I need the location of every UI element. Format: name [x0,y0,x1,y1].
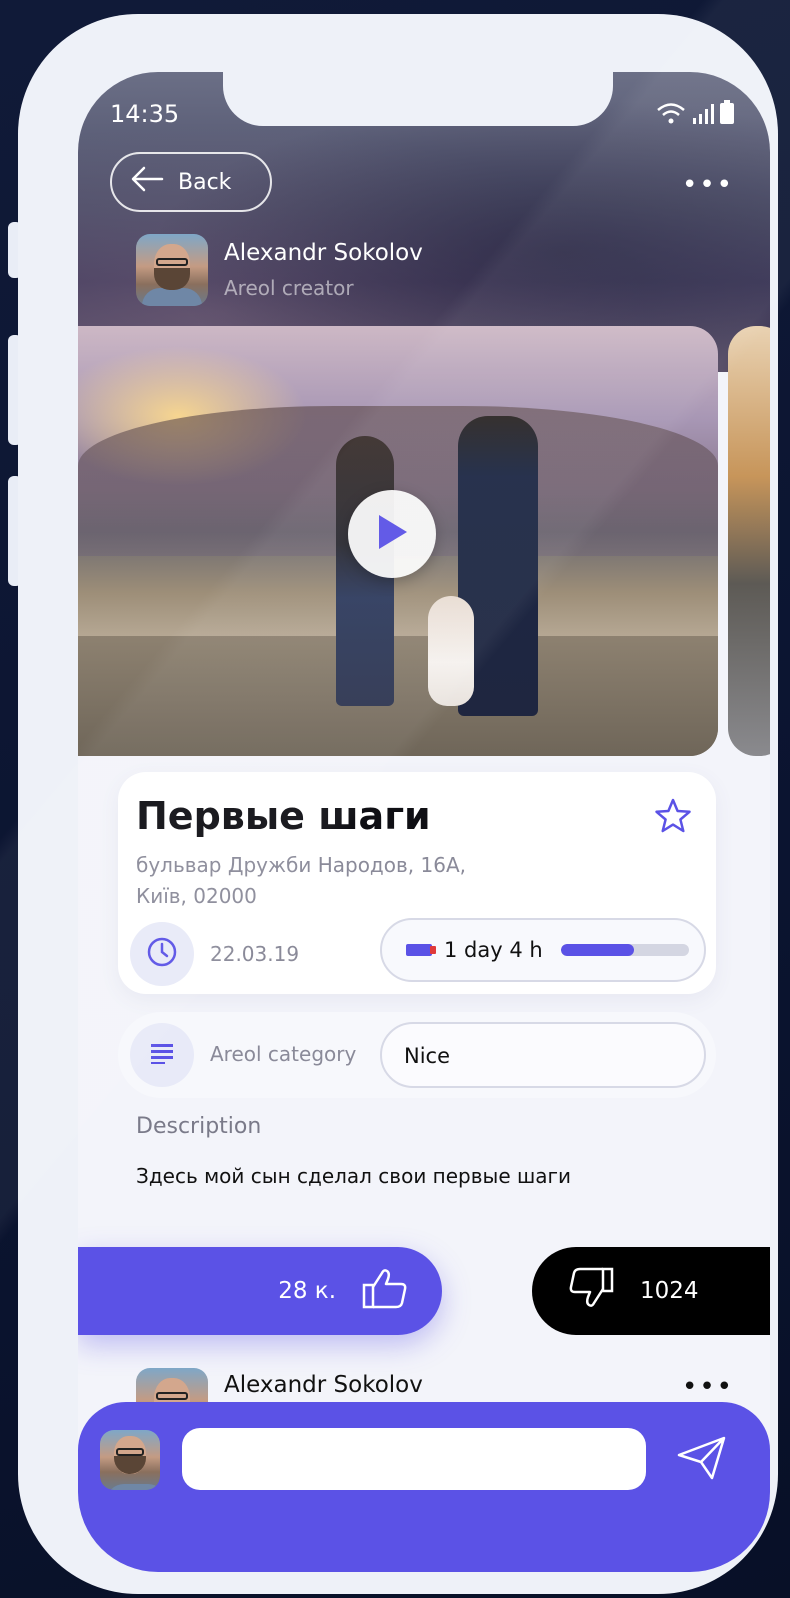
post-address: бульвар Дружби Народов, 16А, Київ, 02000 [136,853,466,908]
play-icon [375,513,409,555]
post-date: 22.03.19 [210,942,300,966]
back-label: Back [178,169,232,195]
duration-text: 1 day 4 h [444,938,543,962]
thumbs-down-icon [568,1267,614,1315]
like-button[interactable]: 28 к. [78,1247,442,1335]
comment-more-button[interactable]: ••• [682,1372,734,1402]
wifi-icon [656,102,686,128]
list-icon [149,1042,175,1068]
description-label: Description [136,1114,262,1139]
description-text: Здесь мой сын сделал свои первые шаги [136,1164,572,1188]
notch [223,72,613,126]
duration-progress-fill [560,944,634,956]
send-button[interactable] [674,1434,730,1486]
clock-icon [146,936,178,972]
post-media[interactable] [78,326,718,756]
comment-author-name: Alexandr Sokolov [224,1372,423,1398]
next-media-preview[interactable] [728,326,770,756]
star-icon [654,798,692,838]
send-icon [677,1435,727,1485]
status-icons [656,100,734,128]
category-value[interactable]: Nice [380,1022,706,1088]
child-figure [428,596,474,706]
avatar [100,1430,160,1490]
category-row: Areol category Nice [118,1012,716,1098]
author-name: Alexandr Sokolov [224,240,423,266]
arrow-left-icon [130,165,164,199]
battery-status-icon [720,100,734,128]
back-button[interactable]: Back [110,152,272,212]
author-block[interactable]: Alexandr Sokolov Areol creator [136,234,423,306]
comment-input[interactable] [182,1428,646,1490]
category-label: Areol category [210,1042,357,1066]
category-icon-badge [130,1023,194,1087]
date-icon-badge [130,922,194,986]
thumbs-up-icon [362,1267,408,1315]
dislike-button[interactable]: 1024 [532,1247,770,1335]
battery-icon [406,944,436,956]
status-time: 14:35 [110,100,180,128]
more-options-button[interactable]: ••• [682,170,734,200]
signal-icon [692,102,714,128]
duration-pill: 1 day 4 h [380,918,706,982]
like-count: 28 к. [278,1278,336,1304]
app-screen: 14:35 Back ••• Alexandr Sokolov Areol cr… [78,72,770,1572]
dislike-count: 1024 [640,1278,699,1304]
post-title: Первые шаги [136,794,431,838]
avatar [136,234,208,306]
duration-progress-bar [560,944,689,956]
play-button[interactable] [348,490,436,578]
author-role: Areol creator [224,276,354,300]
comment-composer [78,1402,770,1572]
phone-frame: 14:35 Back ••• Alexandr Sokolov Areol cr… [18,14,778,1594]
favorite-button[interactable] [654,798,692,838]
post-info-card: Первые шаги бульвар Дружби Народов, 16А,… [118,772,716,994]
